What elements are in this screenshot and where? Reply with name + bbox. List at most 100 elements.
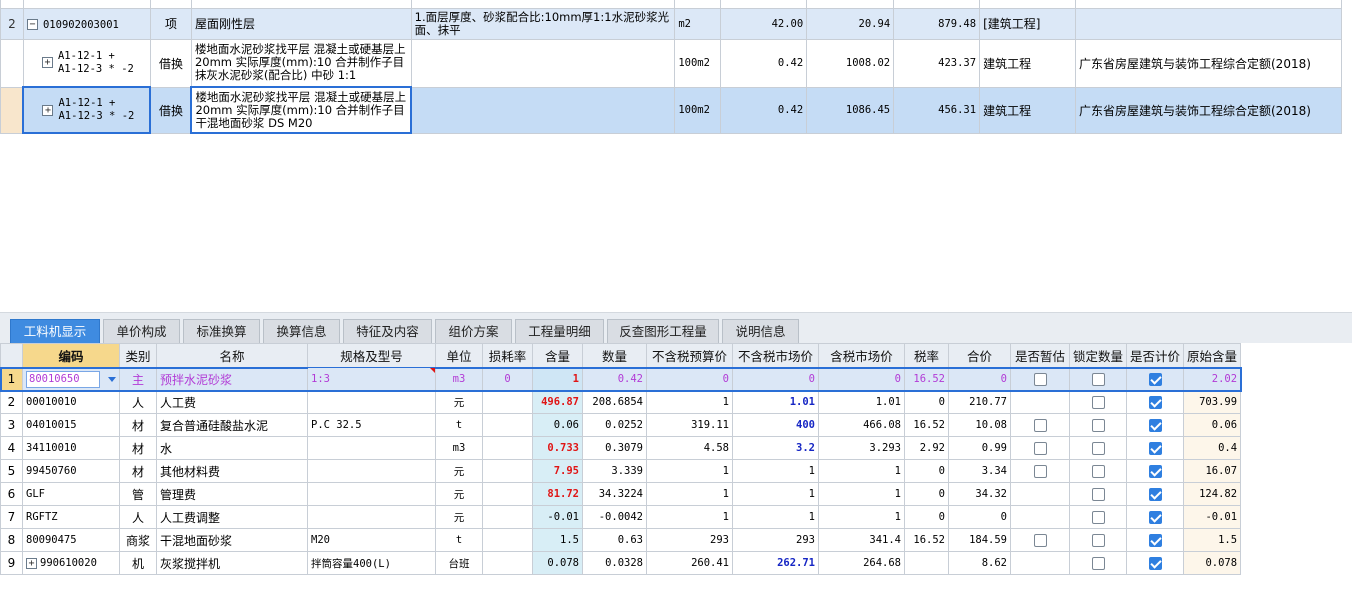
code-cell[interactable]: + A1-12-1 + A1-12-3 * -2: [22, 38, 151, 88]
code-cell[interactable]: 80090475: [22, 528, 120, 552]
loss-rate-cell[interactable]: [482, 505, 533, 529]
tab-pricing-scheme[interactable]: 组价方案: [435, 319, 512, 344]
total-cell[interactable]: 10.08: [948, 413, 1011, 437]
content-cell[interactable]: 7.95: [532, 459, 583, 483]
quantity-cell[interactable]: 208.6854: [582, 390, 647, 414]
type-cell[interactable]: 借换: [149, 86, 192, 134]
loss-rate-cell[interactable]: [482, 436, 533, 460]
locked-cell[interactable]: [1068, 459, 1128, 483]
standard-cell[interactable]: [1075, 7, 1342, 40]
col-content[interactable]: 含量: [532, 343, 583, 368]
locked-cell[interactable]: [1068, 505, 1128, 529]
market-price-cell[interactable]: 1: [732, 505, 819, 529]
price-cell[interactable]: 1086.45: [806, 86, 895, 134]
tax-rate-cell[interactable]: 16.52: [904, 528, 949, 552]
spec-cell[interactable]: [307, 505, 436, 529]
tab-description[interactable]: 说明信息: [722, 319, 799, 344]
tab-graphic-quantity[interactable]: 反查图形工程量: [607, 319, 719, 344]
collapse-icon[interactable]: −: [26, 18, 38, 30]
total-cell[interactable]: 0: [948, 367, 1011, 391]
category-cell[interactable]: 主: [119, 367, 157, 391]
col-market-price-tax[interactable]: 含税市场价: [818, 343, 905, 368]
quantity-cell[interactable]: 3.339: [582, 459, 647, 483]
provisional-checkbox[interactable]: [1033, 373, 1047, 386]
tab-standard-conversion[interactable]: 标准换算: [183, 319, 260, 344]
col-category[interactable]: 类别: [119, 343, 157, 368]
priced-cell[interactable]: [1126, 482, 1185, 506]
budget-price-cell[interactable]: 1: [646, 390, 733, 414]
quantity-cell[interactable]: 34.3224: [582, 482, 647, 506]
tab-conversion-info[interactable]: 换算信息: [263, 319, 340, 344]
total-cell[interactable]: 8.62: [948, 551, 1011, 575]
tax-rate-cell[interactable]: 0: [904, 390, 949, 414]
market-price-cell[interactable]: 1: [732, 482, 819, 506]
provisional-checkbox[interactable]: [1033, 442, 1047, 455]
col-provisional[interactable]: 是否暂估: [1010, 343, 1070, 368]
priced-checkbox[interactable]: [1148, 373, 1162, 386]
priced-cell[interactable]: [1126, 459, 1185, 483]
priced-cell[interactable]: [1126, 528, 1185, 552]
tax-rate-cell[interactable]: 0: [904, 459, 949, 483]
tax-rate-cell[interactable]: 16.52: [904, 367, 949, 391]
loss-rate-cell[interactable]: [482, 528, 533, 552]
market-price-cell[interactable]: 293: [732, 528, 819, 552]
original-content-cell[interactable]: 703.99: [1183, 390, 1242, 414]
code-cell[interactable]: 34110010: [22, 436, 120, 460]
locked-checkbox[interactable]: [1091, 419, 1105, 432]
content-cell[interactable]: 496.87: [532, 390, 583, 414]
priced-checkbox[interactable]: [1148, 419, 1162, 432]
unit-cell[interactable]: m3: [435, 436, 483, 460]
market-price-tax-cell[interactable]: 3.293: [818, 436, 905, 460]
category-cell[interactable]: 机: [119, 551, 157, 575]
spec-cell[interactable]: [307, 482, 436, 506]
market-price-tax-cell[interactable]: 1: [818, 459, 905, 483]
unit-cell[interactable]: 100m2: [674, 38, 722, 88]
content-cell[interactable]: 0.06: [532, 413, 583, 437]
spec-cell[interactable]: [307, 390, 436, 414]
price-cell[interactable]: 20.94: [806, 7, 895, 40]
code-cell[interactable]: +990610020: [22, 551, 120, 575]
quantity-cell[interactable]: 0.0252: [582, 413, 647, 437]
provisional-cell[interactable]: [1010, 505, 1070, 529]
tax-rate-cell[interactable]: 16.52: [904, 413, 949, 437]
price-cell[interactable]: 1008.02: [806, 38, 895, 88]
locked-cell[interactable]: [1068, 482, 1128, 506]
spec-cell[interactable]: 1:3: [307, 367, 436, 391]
market-price-tax-cell[interactable]: 341.4: [818, 528, 905, 552]
original-content-cell[interactable]: 1.5: [1183, 528, 1242, 552]
unit-cell[interactable]: 元: [435, 505, 483, 529]
table-row[interactable]: + A1-12-1 + A1-12-3 * -2 借换 楼地面水泥砂浆找平层 混凝…: [0, 38, 1342, 88]
provisional-checkbox[interactable]: [1033, 534, 1047, 547]
code-cell[interactable]: 00010010: [22, 390, 120, 414]
table-row[interactable]: 4 34110010 材 水 m3 0.733 0.3079 4.58 3.2 3.293 2.92…: [0, 436, 1242, 460]
content-cell[interactable]: 1.5: [532, 528, 583, 552]
standard-cell[interactable]: 广东省房屋建筑与装饰工程综合定额(2018): [1075, 38, 1342, 88]
total-cell[interactable]: 34.32: [948, 482, 1011, 506]
col-quantity[interactable]: 数量: [582, 343, 647, 368]
col-locked[interactable]: 锁定数量: [1068, 343, 1128, 368]
table-row[interactable]: 8 80090475 商浆 干混地面砂浆 M20 t 1.5 0.63 293 293 341.4 1…: [0, 528, 1242, 552]
expand-icon[interactable]: +: [42, 104, 54, 116]
locked-cell[interactable]: [1068, 390, 1128, 414]
loss-rate-cell[interactable]: [482, 459, 533, 483]
loss-rate-cell[interactable]: 0: [482, 367, 533, 391]
col-market-price[interactable]: 不含税市场价: [732, 343, 819, 368]
col-priced[interactable]: 是否计价: [1126, 343, 1185, 368]
col-unit[interactable]: 单位: [435, 343, 483, 368]
original-content-cell[interactable]: 124.82: [1183, 482, 1242, 506]
locked-checkbox[interactable]: [1091, 442, 1105, 455]
budget-price-cell[interactable]: 260.41: [646, 551, 733, 575]
locked-checkbox[interactable]: [1091, 396, 1105, 409]
code-cell[interactable]: 04010015: [22, 413, 120, 437]
name-cell[interactable]: 楼地面水泥砂浆找平层 混凝土或硬基层上 20mm 实际厚度(mm):10 合并制…: [190, 38, 412, 88]
col-loss-rate[interactable]: 损耗率: [482, 343, 533, 368]
quantity-cell[interactable]: -0.0042: [582, 505, 647, 529]
budget-price-cell[interactable]: 1: [646, 459, 733, 483]
locked-checkbox[interactable]: [1091, 557, 1105, 570]
code-input[interactable]: 80010650: [26, 370, 100, 388]
name-cell[interactable]: 干混地面砂浆: [156, 528, 308, 552]
priced-checkbox[interactable]: [1148, 396, 1162, 409]
tax-rate-cell[interactable]: 0: [904, 505, 949, 529]
content-cell[interactable]: 81.72: [532, 482, 583, 506]
market-price-cell[interactable]: 400: [732, 413, 819, 437]
